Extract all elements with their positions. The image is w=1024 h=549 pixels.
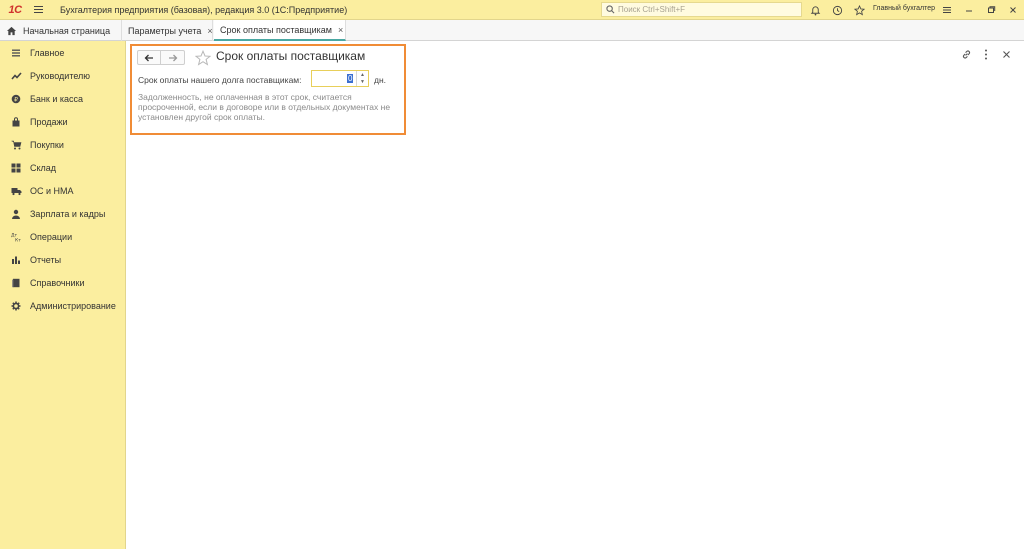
overdue-hint-text: Задолженность, не оплаченная в этот срок…	[138, 92, 391, 122]
sidebar-item-warehouse[interactable]: Склад	[0, 158, 126, 178]
navigation-buttons	[137, 50, 185, 65]
form-area: Срок оплаты поставщикам Срок оплаты наше…	[126, 41, 1024, 549]
search-input[interactable]: Поиск Ctrl+Shift+F	[601, 2, 802, 17]
close-form-icon[interactable]	[1000, 48, 1012, 60]
sidebar-item-fixed-assets[interactable]: ОС и НМА	[0, 181, 126, 201]
sidebar-item-operations[interactable]: Дт Кт Операции	[0, 227, 126, 247]
sidebar-item-reports[interactable]: Отчеты	[0, 250, 126, 270]
person-icon	[10, 208, 22, 220]
sidebar-item-sales[interactable]: Продажи	[0, 112, 126, 132]
dt-kt-icon: Дт Кт	[10, 231, 22, 243]
cart-icon	[10, 139, 22, 151]
days-stepper[interactable]: ▲ ▼	[356, 71, 368, 86]
back-button[interactable]	[138, 51, 161, 64]
current-user[interactable]: Главный бухгалтер	[873, 5, 935, 12]
payment-term-days-value: 0	[347, 74, 354, 83]
maximize-icon[interactable]	[984, 3, 998, 17]
settings-menu-icon[interactable]	[940, 3, 954, 17]
arrow-left-icon	[144, 54, 153, 61]
tab-close-icon[interactable]: ×	[338, 25, 343, 35]
bar-chart-icon	[10, 254, 22, 266]
list-icon	[10, 47, 22, 59]
sidebar-item-bank-cash[interactable]: ₽ Банк и касса	[0, 89, 126, 109]
bag-icon	[10, 116, 22, 128]
tab-close-icon[interactable]: ×	[207, 26, 212, 36]
minimize-icon[interactable]	[962, 3, 976, 17]
app-title: Бухгалтерия предприятия (базовая), редак…	[60, 4, 348, 15]
main-menu-icon[interactable]	[34, 0, 50, 20]
tab-label: Срок оплаты поставщикам	[220, 24, 332, 35]
favorite-star-icon[interactable]	[194, 49, 212, 68]
search-placeholder: Поиск Ctrl+Shift+F	[618, 5, 686, 14]
home-icon	[6, 26, 17, 35]
payment-term-label: Срок оплаты нашего долга поставщикам:	[138, 75, 302, 85]
1c-logo: 1С	[8, 3, 22, 16]
title-bar: 1С Бухгалтерия предприятия (базовая), ре…	[0, 0, 1024, 20]
sidebar-item-main[interactable]: Главное	[0, 43, 126, 63]
sidebar-item-management[interactable]: Руководителю	[0, 66, 126, 86]
more-actions-icon[interactable]	[980, 48, 992, 60]
link-icon[interactable]	[960, 48, 972, 60]
sidebar-item-salary-hr[interactable]: Зарплата и кадры	[0, 204, 126, 224]
sidebar: Главное Руководителю ₽ Банк и касса Прод…	[0, 41, 126, 549]
close-window-icon[interactable]	[1006, 3, 1020, 17]
search-icon	[606, 5, 615, 14]
tab-supplier-payment-term[interactable]: Срок оплаты поставщикам ×	[214, 20, 346, 41]
stepper-down-icon[interactable]: ▼	[357, 78, 368, 85]
tab-bar: Начальная страница Параметры учета × Сро…	[0, 20, 1024, 41]
forward-button[interactable]	[161, 51, 184, 64]
svg-text:Кт: Кт	[15, 238, 21, 243]
trend-icon	[10, 70, 22, 82]
grid-icon	[10, 162, 22, 174]
truck-icon	[10, 185, 22, 197]
sidebar-item-purchases[interactable]: Покупки	[0, 135, 126, 155]
highlight-frame: Срок оплаты поставщикам Срок оплаты наше…	[130, 44, 406, 135]
tab-home[interactable]: Начальная страница	[0, 20, 122, 41]
svg-text:₽: ₽	[14, 96, 18, 103]
tab-accounting-params[interactable]: Параметры учета ×	[122, 20, 213, 41]
bell-icon[interactable]	[808, 3, 822, 17]
gear-icon	[10, 300, 22, 312]
history-icon[interactable]	[830, 3, 844, 17]
payment-term-days-field[interactable]: 0 ▲ ▼	[311, 70, 369, 87]
book-icon	[10, 277, 22, 289]
arrow-right-icon	[168, 54, 177, 61]
favorites-star-icon[interactable]	[852, 3, 866, 17]
days-unit-label: дн.	[374, 75, 387, 85]
coin-icon: ₽	[10, 93, 22, 105]
form-title: Срок оплаты поставщикам	[216, 49, 366, 63]
tab-label: Параметры учета	[128, 25, 202, 36]
tab-label: Начальная страница	[23, 25, 111, 36]
sidebar-item-directories[interactable]: Справочники	[0, 273, 126, 293]
sidebar-item-administration[interactable]: Администрирование	[0, 296, 126, 316]
stepper-up-icon[interactable]: ▲	[357, 71, 368, 78]
